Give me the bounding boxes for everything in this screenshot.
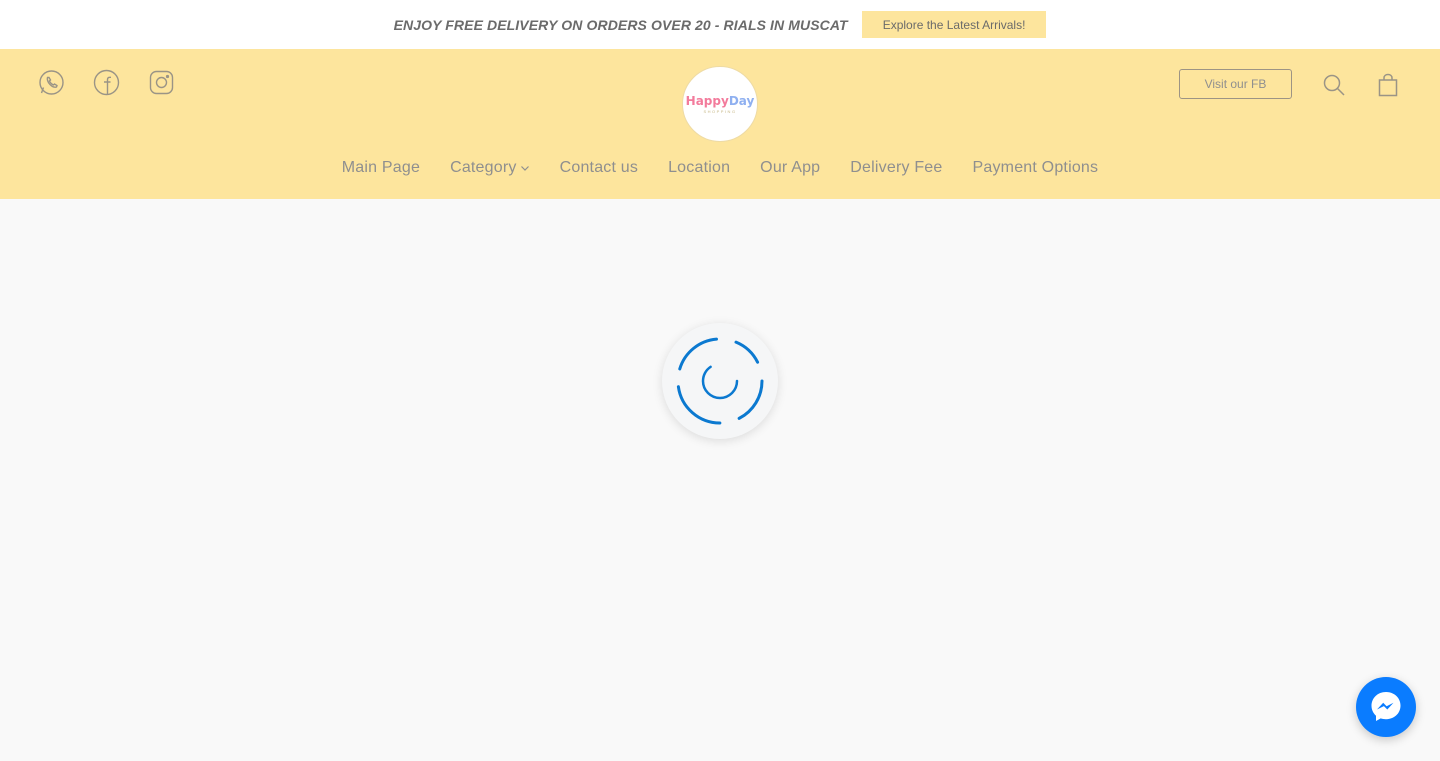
whatsapp-icon[interactable]: [38, 69, 65, 96]
nav-item-label: Payment Options: [972, 159, 1099, 176]
promo-bar: ENJOY FREE DELIVERY ON ORDERS OVER 20 - …: [0, 0, 1440, 49]
explore-latest-arrivals-button[interactable]: Explore the Latest Arrivals!: [861, 11, 1047, 38]
messenger-chat-button[interactable]: [1356, 677, 1416, 737]
instagram-icon[interactable]: [148, 69, 175, 96]
nav-item-label: Category: [450, 159, 517, 176]
loading-spinner: [662, 323, 778, 439]
nav-item-location[interactable]: Location: [668, 159, 730, 177]
facebook-icon[interactable]: [93, 69, 120, 96]
social-links: [38, 69, 175, 96]
logo-title: HappyDay: [685, 93, 755, 108]
nav-item-payment-options[interactable]: Payment Options: [973, 159, 1099, 177]
nav-item-our-app[interactable]: Our App: [760, 159, 820, 177]
nav-item-label: Location: [668, 159, 731, 176]
logo-subtitle: SHOPPING: [703, 108, 737, 114]
chevron-down-icon: [520, 166, 529, 171]
site-header: HappyDay SHOPPING Visit our FB Main Page…: [0, 49, 1440, 199]
nav-item-label: Main Page: [341, 159, 421, 176]
happyday-logo[interactable]: HappyDay SHOPPING: [682, 66, 758, 142]
nav-item-label: Contact us: [559, 159, 639, 176]
shopping-bag-icon[interactable]: [1376, 73, 1400, 97]
visit-fb-button[interactable]: Visit our FB: [1179, 69, 1292, 99]
main-nav: Main Page Category Contact us Location O…: [0, 159, 1440, 177]
search-icon[interactable]: [1322, 73, 1346, 97]
loading-spinner-icon: [676, 337, 764, 425]
nav-item-label: Delivery Fee: [850, 159, 943, 176]
messenger-icon: [1371, 692, 1401, 721]
nav-item-category[interactable]: Category: [450, 159, 530, 177]
nav-item-main-page[interactable]: Main Page: [342, 159, 420, 177]
nav-item-delivery-fee[interactable]: Delivery Fee: [850, 159, 942, 177]
nav-item-contact-us[interactable]: Contact us: [560, 159, 638, 177]
promo-text: ENJOY FREE DELIVERY ON ORDERS OVER 20 - …: [393, 16, 848, 33]
nav-item-label: Our App: [760, 159, 821, 176]
